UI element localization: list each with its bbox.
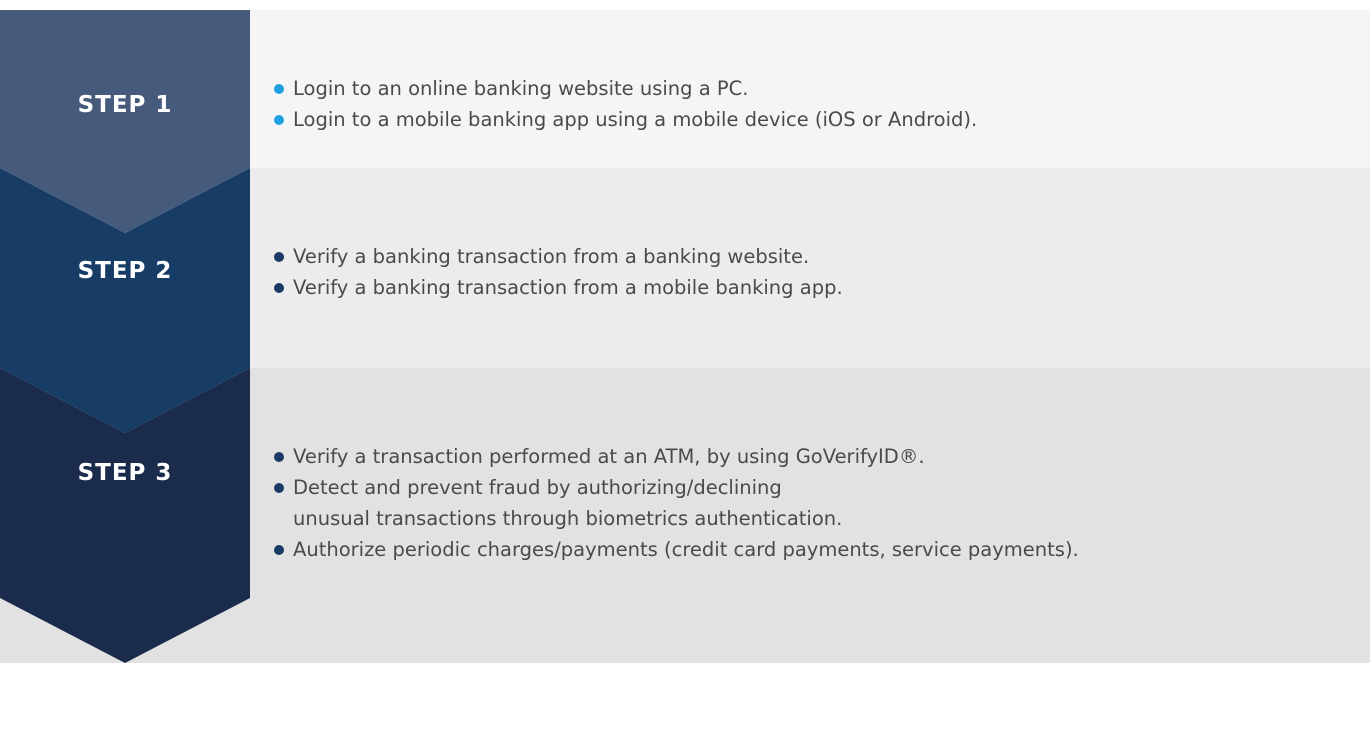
list-item: Authorize periodic charges/payments (cre…	[273, 534, 1093, 565]
step-3-label: STEP 3	[77, 460, 173, 486]
list-item: Login to a mobile banking app using a mo…	[273, 104, 977, 135]
bullet-text: Verify a banking transaction from a mobi…	[293, 276, 843, 299]
list-item: Verify a banking transaction from a mobi…	[273, 272, 843, 303]
step-1-label: STEP 1	[77, 92, 173, 118]
bullet-icon	[274, 115, 284, 125]
list-item: Login to an online banking website using…	[273, 73, 977, 104]
step-2-bullets: Verify a banking transaction from a bank…	[273, 241, 843, 441]
step-3-bullets: Verify a transaction performed at an ATM…	[273, 441, 1093, 736]
list-item: Detect and prevent fraud by authorizing/…	[273, 472, 853, 534]
bullet-icon	[274, 452, 284, 462]
bullet-text: Login to an online banking website using…	[293, 77, 749, 100]
bullet-text: Login to a mobile banking app using a mo…	[293, 108, 978, 131]
bullet-text: Authorize periodic charges/payments (cre…	[293, 538, 1079, 561]
list-item: Verify a transaction performed at an ATM…	[273, 441, 1093, 472]
list-item: Verify a banking transaction from a bank…	[273, 241, 843, 272]
bullet-icon	[274, 283, 284, 293]
bullet-icon	[274, 545, 284, 555]
bullet-text: Verify a banking transaction from a bank…	[293, 245, 810, 268]
step-1-bullets: Login to an online banking website using…	[273, 73, 977, 231]
bullet-text: Detect and prevent fraud by authorizing/…	[293, 476, 843, 530]
step-2-label: STEP 2	[77, 258, 173, 284]
bullet-icon	[274, 483, 284, 493]
bullet-icon	[274, 84, 284, 94]
bullet-icon	[274, 252, 284, 262]
bullet-text: Verify a transaction performed at an ATM…	[293, 445, 925, 468]
